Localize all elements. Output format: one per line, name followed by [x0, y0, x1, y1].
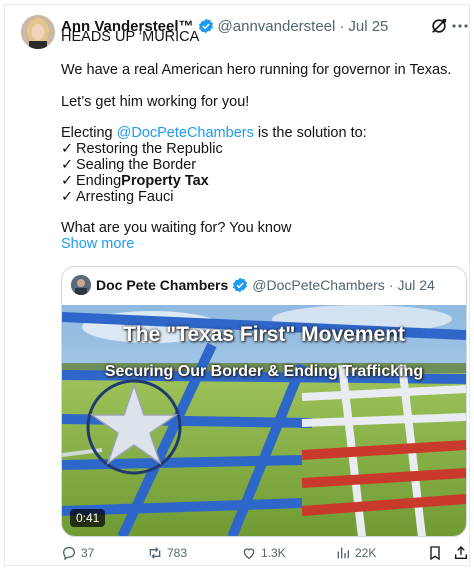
header-separator: ·: [339, 17, 345, 35]
views-button[interactable]: 22K: [335, 543, 376, 563]
electing-suffix: is the solution to:: [253, 125, 367, 141]
author-handle[interactable]: @annvandersteel: [218, 18, 336, 35]
bookmark-button[interactable]: [427, 543, 447, 563]
share-button[interactable]: [453, 543, 473, 563]
repost-icon: [149, 547, 161, 559]
verified-badge-icon: [198, 18, 213, 34]
checkmark-icon: ✓: [61, 189, 74, 205]
profile-photo-icon: [71, 275, 91, 295]
reply-count: 37: [81, 546, 95, 560]
list-item: ✓ Sealing the Border: [61, 157, 196, 173]
tweet-line-1: HEADS UP ‘MURICA: [61, 29, 200, 45]
quoted-author-handle[interactable]: @DocPeteChambers: [252, 277, 385, 293]
tweet-line-3: Let’s get him working for you!: [61, 94, 250, 110]
verified-badge-icon: [233, 277, 248, 293]
heart-icon: [243, 548, 255, 560]
more-options-icon[interactable]: [452, 23, 468, 29]
views-count: 22K: [355, 546, 377, 560]
checkmark-icon: ✓: [61, 157, 74, 173]
views-icon: [337, 547, 349, 559]
like-count: 1.3K: [261, 546, 286, 560]
bookmark-icon: [430, 546, 440, 561]
quoted-tweet-header: Doc Pete Chambers @DocPeteChambers · Jul…: [71, 275, 435, 295]
list-item-text: Ending: [76, 173, 122, 189]
tweet-date[interactable]: Jul 25: [348, 18, 388, 35]
list-item-text: Sealing the Border: [76, 157, 197, 173]
tweet-closing-line: What are you waiting for? You know: [61, 220, 292, 236]
tweet-card[interactable]: Ann Vandersteel™ @annvandersteel · Jul 2…: [4, 4, 470, 566]
electing-line: Electing @DocPeteChambers is the solutio…: [61, 125, 367, 141]
checkmark-icon: ✓: [61, 141, 74, 157]
quoted-author-name[interactable]: Doc Pete Chambers: [96, 277, 228, 293]
list-item: ✓ Ending Property Tax: [61, 173, 209, 189]
video-player[interactable]: The "Texas First" Movement Securing Our …: [62, 305, 466, 536]
video-title: The "Texas First" Movement: [122, 323, 406, 346]
reply-icon: [62, 547, 75, 561]
grok-icon[interactable]: [430, 17, 448, 35]
list-item-bold-text: Property Tax: [121, 173, 209, 189]
list-item: ✓ Restoring the Republic: [61, 141, 223, 157]
author-avatar[interactable]: [21, 15, 55, 49]
mention-link[interactable]: @DocPeteChambers: [117, 125, 254, 141]
list-item: ✓ Arresting Fauci: [61, 189, 174, 205]
list-item-text: Restoring the Republic: [76, 141, 223, 157]
video-subtitle: Securing Our Border & Ending Trafficking: [104, 363, 424, 380]
tweet-line-2: We have a real American hero running for…: [61, 62, 452, 78]
quoted-tweet-date[interactable]: Jul 24: [397, 277, 434, 293]
list-item-text: Arresting Fauci: [76, 189, 174, 205]
reply-button[interactable]: 37: [61, 543, 94, 563]
repost-button[interactable]: 783: [147, 543, 187, 563]
checkmark-icon: ✓: [61, 173, 74, 189]
quoted-tweet[interactable]: Doc Pete Chambers @DocPeteChambers · Jul…: [61, 266, 467, 537]
share-icon: [455, 546, 467, 559]
video-duration-badge: 0:41: [70, 509, 106, 527]
electing-prefix: Electing: [61, 125, 117, 141]
tweet-actions: 37 783 1.3K 22K: [61, 543, 474, 563]
quoted-separator: ·: [388, 277, 394, 293]
quoted-author-avatar[interactable]: [71, 275, 91, 295]
repost-count: 783: [167, 546, 188, 560]
like-button[interactable]: 1.3K: [241, 543, 286, 563]
profile-photo-icon: [21, 15, 55, 49]
show-more-link[interactable]: Show more: [61, 236, 134, 252]
